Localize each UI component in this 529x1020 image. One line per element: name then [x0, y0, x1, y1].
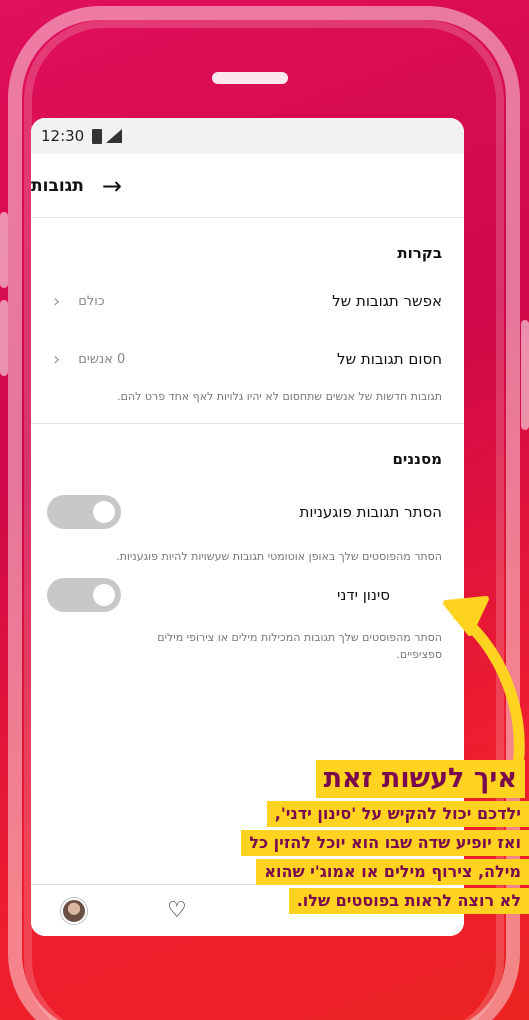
how-to-callout: איך לעשות זאת ילדכם יכול להקיש על 'סינון… — [241, 760, 529, 914]
manual-filter-label: סינון ידני — [337, 586, 390, 604]
allow-comments-value: כולם — [78, 293, 105, 309]
chevron-left-icon: ‹ — [53, 348, 61, 370]
avatar[interactable] — [61, 897, 87, 924]
phone-speaker — [212, 72, 288, 84]
manual-filter-description: הסתר מהפוסטים שלך תגובות המכילות מילים א… — [157, 631, 442, 661]
toggle-knob — [93, 501, 115, 523]
arrow-right-icon[interactable]: → — [102, 172, 122, 200]
hide-offensive-toggle[interactable] — [47, 495, 121, 529]
hide-offensive-row: הסתר תגובות פוגעניות — [31, 476, 464, 548]
callout-title: איך לעשות זאת — [315, 760, 525, 798]
page-title: תגובות — [31, 175, 84, 196]
callout-line: ואז יופיע שדה שבו הוא יוכל להזין כל — [241, 830, 529, 856]
phone-side-button — [0, 212, 8, 288]
hide-offensive-label: הסתר תגובות פוגעניות — [299, 503, 442, 521]
chevron-left-icon: ‹ — [53, 290, 61, 312]
controls-section-title: בקרות — [397, 244, 442, 262]
allow-comments-value-group: כולם ‹ — [53, 291, 105, 312]
signal-icon — [106, 129, 123, 143]
manual-filter-row: סינון ידני — [31, 567, 464, 623]
block-comments-row[interactable]: חסום תגובות של 0 אנשים ‹ — [31, 330, 464, 388]
status-time: 12:30 — [41, 127, 85, 145]
top-bar: → תגובות — [31, 154, 464, 218]
manual-filter-toggle[interactable] — [47, 578, 121, 612]
hide-offensive-description: הסתר מהפוסטים שלך באופן אוטומטי תגובות ש… — [116, 550, 442, 563]
phone-side-button — [521, 320, 529, 430]
block-comments-value: 0 אנשים — [78, 351, 126, 367]
toggle-knob — [93, 584, 115, 606]
status-bar: 12:30 — [31, 118, 464, 154]
block-comments-description: תגובות חדשות של אנשים שתחסום לא יהיו גלו… — [117, 390, 442, 403]
heart-icon[interactable]: ♡ — [167, 898, 187, 923]
block-comments-value-group: 0 אנשים ‹ — [53, 349, 125, 370]
battery-icon — [92, 128, 103, 144]
filters-section-title: מסננים — [392, 450, 442, 468]
allow-comments-label: אפשר תגובות של — [332, 292, 442, 310]
callout-line: מילה, צירוף מילים או אמוג'י שהוא — [256, 859, 529, 885]
callout-line: ילדכם יכול להקיש על 'סינון ידני', — [266, 801, 529, 827]
allow-comments-row[interactable]: אפשר תגובות של כולם ‹ — [31, 272, 464, 330]
block-comments-label: חסום תגובות של — [336, 350, 442, 368]
phone-side-button — [0, 300, 8, 376]
callout-line: לא רוצה לראות בפוסטים שלו. — [288, 888, 529, 914]
